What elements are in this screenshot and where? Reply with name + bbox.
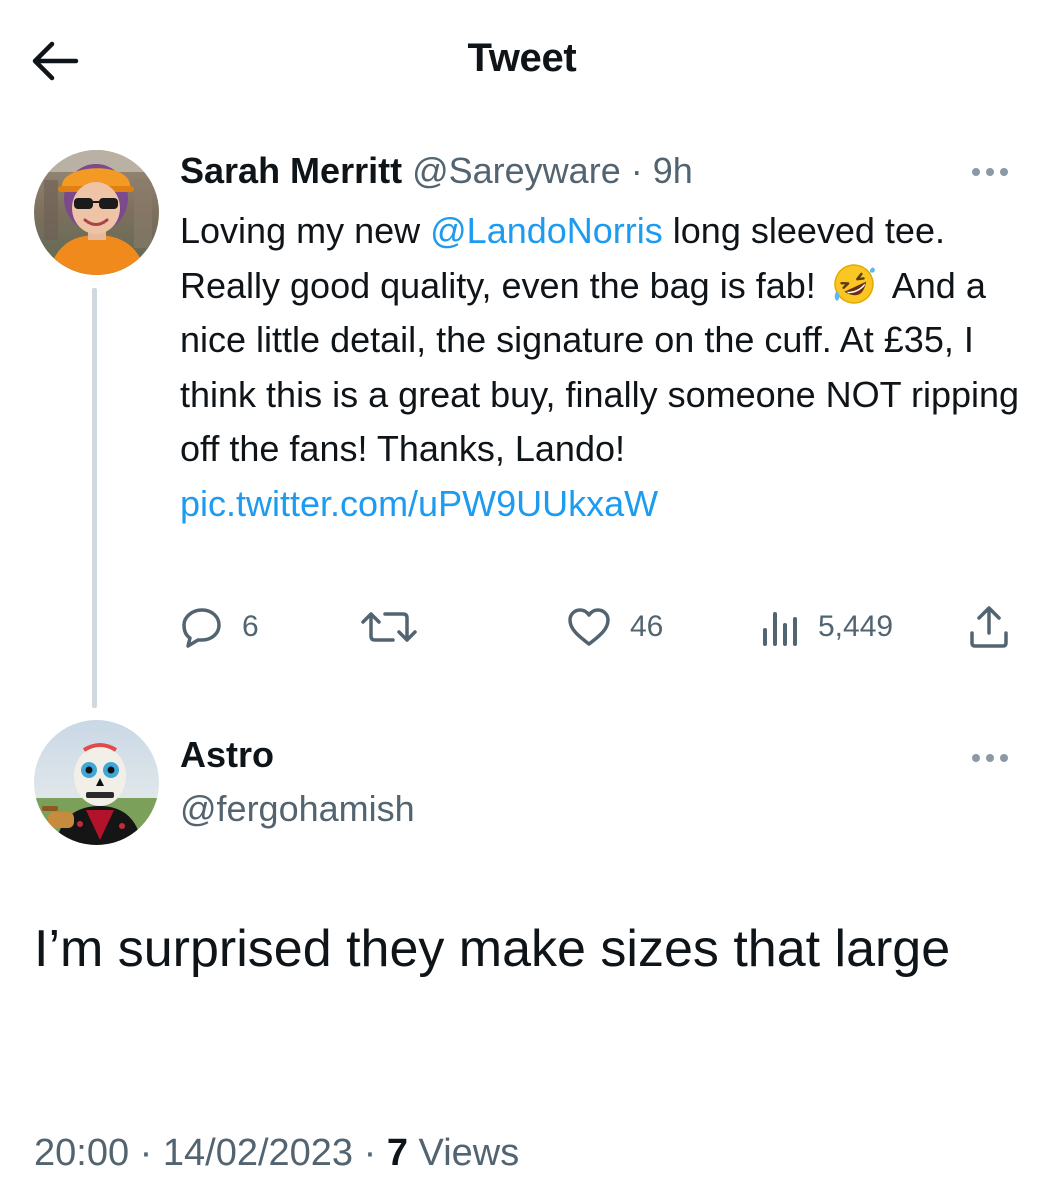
parent-tweet-header: Sarah Merritt @Sareyware · 9h [180,150,693,192]
user-handle[interactable]: @Sareyware [412,150,621,191]
reply-views-count[interactable]: 7 [387,1132,408,1174]
retweet-button[interactable] [360,602,436,652]
header: Tweet [0,0,1044,120]
reply-count: 6 [242,610,259,643]
views-count: 5,449 [818,610,894,643]
analytics-bars-icon [763,612,797,646]
heart-icon [568,608,610,646]
thread-connector-line [92,288,97,708]
reply-time[interactable]: 20:00 [34,1132,129,1174]
separator-dot: · [363,1132,377,1174]
reply-display-name[interactable]: Astro [180,734,274,776]
rolling-laughing-emoji-icon [832,262,876,306]
reply-tweet-text: I’m surprised they make sizes that large [34,920,951,978]
tweet-text-part: Loving my new [180,210,431,251]
page-title: Tweet [467,36,577,80]
tweet-detail-page: Tweet Sarah Merritt @Sareyware · 9h Lovi… [0,0,1044,1200]
views-button[interactable]: 5,449 [760,602,893,652]
reply-tweet-meta: 20:00 · 14/02/2023 · 7 Views [34,1132,519,1175]
reply-button[interactable]: 6 [180,602,259,652]
separator-dot: · [139,1132,153,1174]
share-upload-icon [970,606,1008,648]
share-button[interactable] [968,602,1010,652]
retweet-icon [361,612,417,642]
tweet-time[interactable]: 9h [653,150,693,191]
display-name[interactable]: Sarah Merritt [180,150,402,191]
like-button[interactable]: 46 [566,602,663,652]
reply-date[interactable]: 14/02/2023 [163,1132,353,1174]
reply-views-label[interactable]: Views [419,1132,520,1174]
reply-user-handle[interactable]: @fergohamish [180,788,415,830]
avatar-astro[interactable] [34,720,159,845]
avatar-sarah-merritt[interactable] [34,150,159,275]
media-link[interactable]: pic.twitter.com/uPW9UUkxaW [180,483,658,524]
separator-dot: · [630,150,643,191]
more-options-icon[interactable] [970,165,1010,179]
like-count: 46 [630,610,664,643]
more-options-icon[interactable] [970,751,1010,765]
mention-link[interactable]: @LandoNorris [430,210,663,251]
tweet-action-bar: 6 46 5,449 [180,602,1020,652]
reply-bubble-icon [182,608,221,648]
parent-tweet-text: Loving my new @LandoNorris long sleeved … [180,204,1020,531]
